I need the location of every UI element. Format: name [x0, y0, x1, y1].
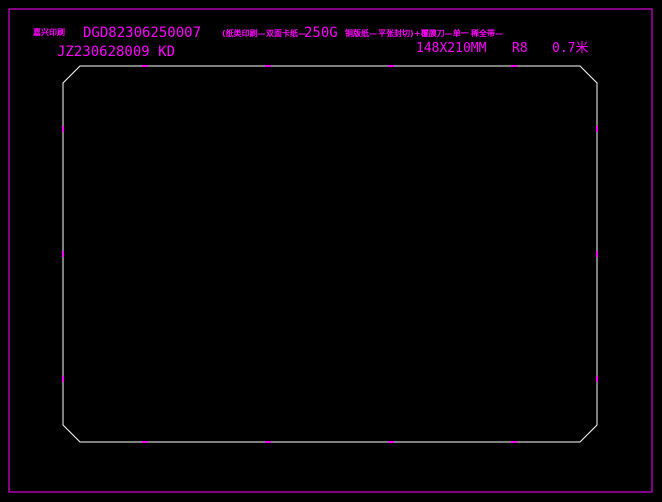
- thickness-label: 0.7米: [552, 41, 588, 56]
- paper-weight: 250G: [304, 25, 338, 41]
- drawing-frame: [8, 8, 653, 493]
- cad-drawing-canvas: 嘉兴印刷 DGD82306250007 (纸类印刷— 双面卡纸— 250G 铜版…: [8, 8, 653, 493]
- spec-text-5: +覆膜刀—单一: [414, 28, 469, 38]
- job-number: JZ230628009 KD: [57, 44, 175, 60]
- spec-text-2: 双面卡纸—: [266, 28, 306, 38]
- size-label: 148X210MM: [416, 41, 487, 56]
- spec-text-3: 铜版纸—: [345, 28, 377, 38]
- die-cut-outline: [62, 65, 598, 443]
- spec-text-1: (纸类印刷—: [222, 28, 266, 38]
- spec-text-4: 平张封切): [378, 28, 414, 38]
- company-name: 嘉兴印刷: [32, 27, 65, 37]
- radius-label: R8: [512, 41, 528, 56]
- spec-text-6: 稀全带—: [471, 28, 503, 38]
- order-number: DGD82306250007: [83, 25, 201, 41]
